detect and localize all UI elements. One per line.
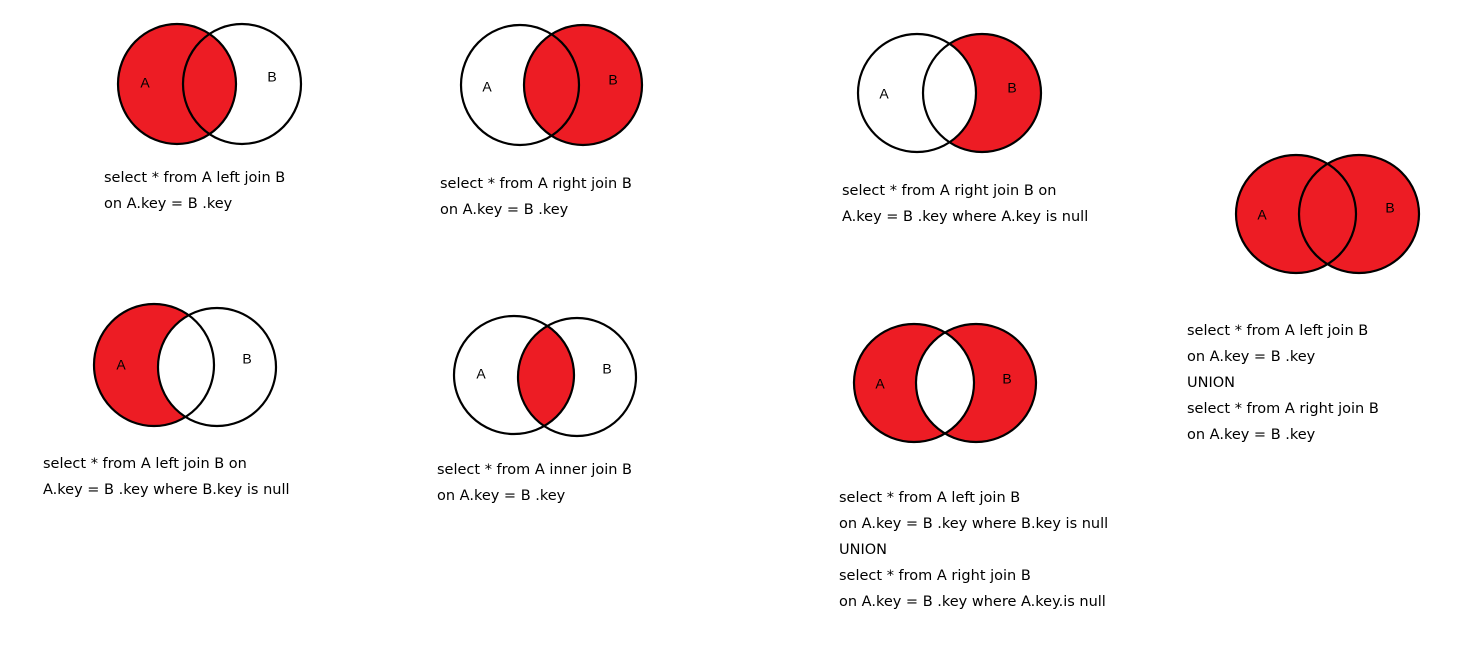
sql-caption-line: on A.key = B .key: [437, 488, 566, 504]
sql-caption-line: select * from A left join B: [1187, 323, 1369, 339]
sql-caption-left-join: select * from A left join B on A.key = B …: [104, 165, 285, 217]
sql-caption-line: on A.key = B .key: [104, 196, 233, 212]
circle-b-label: B: [602, 361, 611, 377]
circle-b-label: B: [608, 72, 617, 88]
sql-caption-full-join: select * from A left join B on A.key = B …: [1187, 318, 1379, 448]
sql-caption-line: select * from A right join B on: [842, 183, 1057, 199]
sql-caption-line: A.key = B .key where A.key is null: [842, 209, 1089, 225]
circle-b-label: B: [242, 351, 251, 367]
circle-a-label: A: [482, 79, 492, 95]
circle-b-label: B: [267, 69, 276, 85]
venn-diagram-left-join: AB: [116, 22, 303, 146]
sql-caption-line: select * from A inner join B: [437, 462, 633, 478]
sql-caption-line: select * from A left join B: [839, 490, 1021, 506]
sql-caption-line: select * from A left join B: [104, 170, 286, 186]
venn-diagram-full-join: AB: [1234, 153, 1421, 275]
circle-b-label: B: [1385, 200, 1394, 216]
sql-caption-line: on A.key = B .key where A.key.is null: [839, 594, 1106, 610]
circle-a-label: A: [1257, 207, 1267, 223]
circle-a-label: A: [875, 376, 885, 392]
circle-a-label: A: [879, 86, 889, 102]
sql-caption-line: select * from A right join B: [1187, 401, 1379, 417]
circle-b-label: B: [1002, 371, 1011, 387]
venn-diagram-left-only: AB: [92, 302, 278, 428]
circle-b-label: B: [1007, 80, 1016, 96]
sql-caption-left-only: select * from A left join B on A.key = B …: [43, 451, 290, 503]
sql-caption-line: UNION: [1187, 375, 1235, 391]
sql-caption-right-join: select * from A right join B on A.key = B…: [440, 171, 632, 223]
sql-caption-line: on A.key = B .key where B.key is null: [839, 516, 1109, 532]
venn-diagram-symmetric-difference: AB: [852, 322, 1038, 444]
sql-caption-line: select * from A right join B: [440, 176, 632, 192]
venn-diagram-right-only: AB: [856, 32, 1043, 154]
venn-diagram-inner-join: AB: [452, 314, 638, 438]
venn-diagram-right-join: AB: [459, 23, 644, 147]
sql-caption-line: A.key = B .key where B.key is null: [43, 482, 290, 498]
sql-caption-symmetric-difference: select * from A left join B on A.key = B …: [839, 485, 1108, 615]
sql-caption-line: UNION: [839, 542, 887, 558]
sql-caption-line: select * from A right join B: [839, 568, 1031, 584]
sql-caption-line: on A.key = B .key: [1187, 427, 1316, 443]
sql-caption-right-only: select * from A right join B on A.key = B…: [842, 178, 1088, 230]
circle-a-label: A: [116, 357, 126, 373]
sql-caption-line: on A.key = B .key: [440, 202, 569, 218]
sql-caption-line: select * from A left join B on: [43, 456, 247, 472]
sql-caption-line: on A.key = B .key: [1187, 349, 1316, 365]
sql-caption-inner-join: select * from A inner join B on A.key = B…: [437, 457, 632, 509]
circle-a-label: A: [476, 366, 486, 382]
circle-a-label: A: [140, 75, 150, 91]
